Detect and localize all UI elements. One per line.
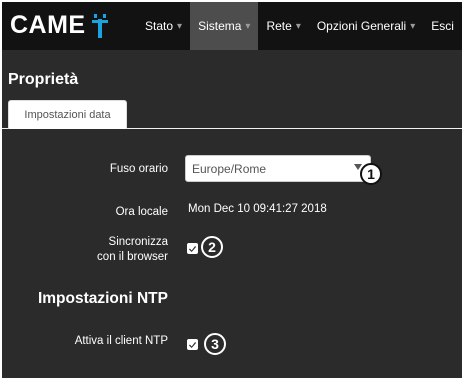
app-frame: CAME Stato ▾ Sistema ▾ Rete ▾ Opzioni Ge… bbox=[2, 2, 462, 378]
chevron-down-icon: ▾ bbox=[410, 20, 416, 32]
nav-rete-label: Rete bbox=[266, 19, 292, 33]
nav-sistema[interactable]: Sistema ▾ bbox=[190, 2, 259, 50]
ntp-client-checkbox[interactable] bbox=[187, 339, 198, 350]
nav-stato[interactable]: Stato ▾ bbox=[137, 2, 190, 50]
nav-rete[interactable]: Rete ▾ bbox=[258, 2, 308, 50]
chevron-down-icon: ▾ bbox=[177, 20, 183, 32]
browser-sync-checkbox[interactable] bbox=[187, 243, 198, 254]
timezone-value: Europe/Rome bbox=[192, 161, 267, 176]
top-navbar: CAME Stato ▾ Sistema ▾ Rete ▾ Opzioni Ge… bbox=[2, 2, 462, 50]
nav-opzioni-generali-label: Opzioni Generali bbox=[316, 19, 407, 33]
callout-2: 2 bbox=[201, 236, 223, 258]
came-logo[interactable]: CAME bbox=[10, 11, 109, 40]
main-menu: Stato ▾ Sistema ▾ Rete ▾ Opzioni General… bbox=[137, 2, 462, 50]
browser-sync-label-line1: Sincronizza bbox=[108, 236, 168, 248]
tab-impostazioni-data[interactable]: Impostazioni data bbox=[8, 100, 127, 129]
check-icon bbox=[189, 245, 196, 252]
timezone-label: Fuso orario bbox=[109, 163, 168, 175]
nav-stato-label: Stato bbox=[145, 19, 174, 33]
browser-sync-label: Sincronizza con il browser bbox=[97, 235, 168, 265]
browser-sync-label-line2: con il browser bbox=[97, 251, 168, 263]
local-time-label: Ora locale bbox=[115, 206, 168, 218]
callout-3: 3 bbox=[204, 333, 226, 355]
local-time-value: Mon Dec 10 09:41:27 2018 bbox=[188, 203, 327, 215]
timezone-select[interactable]: Europe/Rome bbox=[185, 155, 371, 182]
ntp-client-label: Attiva il client NTP bbox=[74, 335, 168, 347]
came-antenna-icon bbox=[91, 13, 108, 38]
logo-text: CAME bbox=[10, 11, 86, 39]
chevron-down-icon: ▾ bbox=[245, 20, 251, 32]
nav-esci[interactable]: Esci bbox=[423, 2, 462, 50]
page-title: Proprietà bbox=[8, 71, 79, 88]
ntp-section-title: Impostazioni NTP bbox=[37, 290, 168, 307]
nav-sistema-label: Sistema bbox=[198, 19, 242, 33]
check-icon bbox=[189, 341, 196, 348]
chevron-down-icon: ▾ bbox=[295, 20, 301, 32]
nav-opzioni-generali[interactable]: Opzioni Generali ▾ bbox=[309, 2, 423, 50]
nav-esci-label: Esci bbox=[431, 19, 454, 33]
callout-1: 1 bbox=[360, 163, 382, 185]
